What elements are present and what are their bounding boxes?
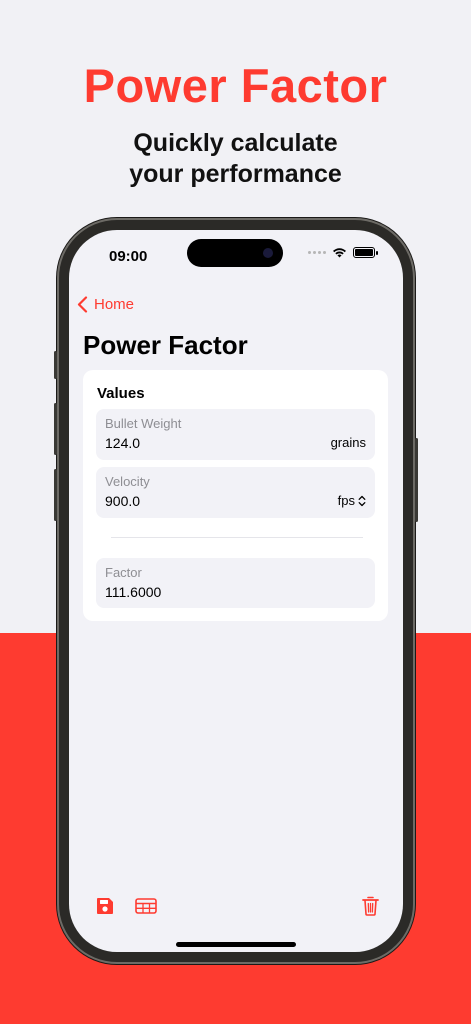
page-title: Power Factor [83, 330, 248, 360]
promo-title: Power Factor [83, 59, 388, 112]
chevron-left-icon [77, 296, 88, 313]
back-button[interactable]: Home [77, 296, 134, 313]
bullet-weight-field[interactable]: Bullet Weight 124.0 grains [96, 409, 375, 460]
bullet-weight-unit: grains [331, 435, 366, 450]
save-icon[interactable] [96, 897, 114, 915]
factor-value: 111.6000 [105, 584, 162, 600]
phone-frame: 09:00 Home Power Factor Values Bullet We… [54, 218, 418, 964]
promo-subtitle-line1: Quickly calculate [133, 129, 338, 157]
values-heading: Values [97, 385, 145, 402]
divider [111, 537, 363, 538]
back-button-label: Home [94, 296, 135, 313]
signal-dots-icon [308, 251, 326, 254]
bullet-weight-label: Bullet Weight [105, 416, 182, 431]
factor-label: Factor [105, 565, 142, 580]
wifi-icon [333, 248, 346, 258]
promo-subtitle: Quickly calculate your performance [0, 128, 471, 190]
home-indicator[interactable] [176, 942, 296, 947]
factor-result: Factor 111.6000 [96, 558, 375, 608]
battery-icon [353, 247, 378, 258]
velocity-label: Velocity [105, 474, 150, 489]
status-time: 09:00 [109, 248, 148, 265]
velocity-unit-label: fps [337, 493, 355, 508]
phone-silent-switch [54, 351, 57, 379]
velocity-value: 900.0 [105, 493, 141, 509]
phone-volume-up [54, 403, 57, 455]
dynamic-island [187, 239, 283, 267]
velocity-unit-picker[interactable]: fps [338, 493, 366, 508]
values-card: Values Bullet Weight 124.0 grains Veloci… [83, 370, 388, 621]
trash-icon[interactable] [362, 896, 379, 916]
table-icon[interactable] [135, 898, 157, 914]
bullet-weight-value: 124.0 [105, 435, 141, 451]
promo-subtitle-line2: your performance [129, 160, 342, 188]
phone-volume-down [54, 469, 57, 521]
chevron-up-down-icon [358, 495, 366, 506]
phone-power-button [415, 438, 418, 522]
camera-icon [263, 248, 273, 258]
velocity-field[interactable]: Velocity 900.0 fps [96, 467, 375, 518]
bullet-weight-unit-label: grains [330, 435, 366, 450]
phone-screen: 09:00 Home Power Factor Values Bullet We… [69, 230, 403, 952]
status-icons [308, 247, 378, 258]
